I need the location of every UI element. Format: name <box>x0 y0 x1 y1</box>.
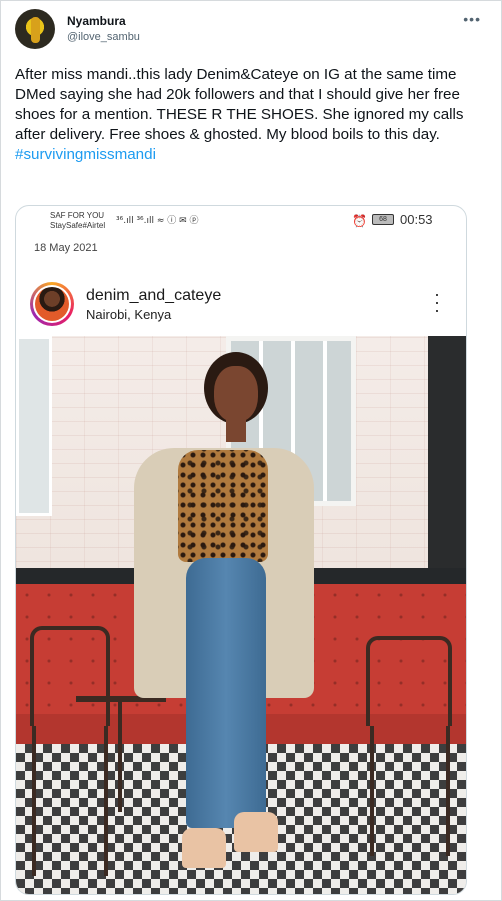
screenshot-date: 18 May 2021 <box>34 242 98 254</box>
more-horizontal-icon[interactable]: ••• <box>463 11 481 27</box>
carrier-line-2: StaySafe#Airtel <box>50 221 106 230</box>
more-vertical-icon[interactable]: · · · <box>434 285 440 319</box>
shoe-right <box>234 812 278 852</box>
signal-icons: ³⁶.ıll ³⁶.ıll ≈ ⓘ ✉ ⓟ <box>116 216 199 226</box>
carrier-text: SAF FOR YOU StaySafe#Airtel <box>50 211 105 231</box>
tweet-card: Nyambura @ilove_sambu ••• After miss man… <box>0 0 502 901</box>
chair-right <box>366 636 452 726</box>
chair-left <box>30 626 110 726</box>
hashtag-link[interactable]: #survivingmissmandi <box>15 146 156 163</box>
post-username[interactable]: denim_and_cateye <box>86 287 221 305</box>
post-location[interactable]: Nairobi, Kenya <box>86 307 171 322</box>
author-name[interactable]: Nyambura <box>67 14 126 28</box>
dark-column <box>428 336 466 576</box>
window-left <box>16 336 52 516</box>
status-time: 00:53 <box>400 212 433 227</box>
tweet-body: After miss mandi..this lady Denim&Cateye… <box>15 66 464 143</box>
tweet-header: Nyambura @ilove_sambu ••• <box>15 9 485 53</box>
battery-icon: 68 <box>372 214 394 225</box>
instagram-post-header: denim_and_cateye Nairobi, Kenya · · · <box>16 270 466 336</box>
phone-status-bar: SAF FOR YOU StaySafe#Airtel ³⁶.ıll ³⁶.ıl… <box>16 206 466 240</box>
woman-figure <box>134 352 334 892</box>
carrier-line-1: SAF FOR YOU <box>50 211 105 220</box>
author-handle[interactable]: @ilove_sambu <box>67 31 140 43</box>
attached-screenshot[interactable]: SAF FOR YOU StaySafe#Airtel ³⁶.ıll ³⁶.ıl… <box>15 205 467 895</box>
author-avatar[interactable] <box>15 9 55 49</box>
tweet-text: After miss mandi..this lady Denim&Cateye… <box>15 65 477 165</box>
shoe-left <box>182 828 226 868</box>
alarm-clock-icon: ⏰ <box>352 214 367 228</box>
post-photo <box>16 336 466 894</box>
post-avatar[interactable] <box>30 282 74 326</box>
